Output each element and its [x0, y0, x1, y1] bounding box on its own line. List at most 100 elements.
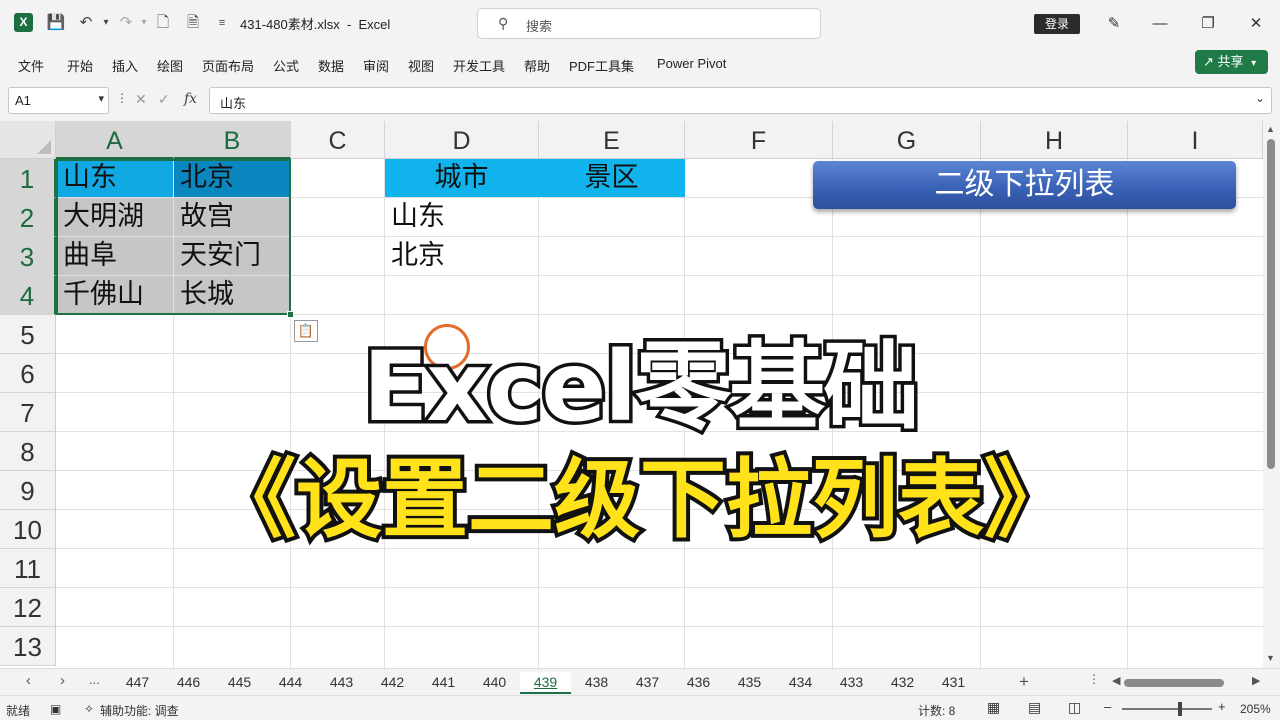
sheet-tab-443[interactable]: 443 [316, 672, 367, 694]
zoom-level[interactable]: 205% [1240, 702, 1271, 716]
title-shape[interactable]: 二级下拉列表 [813, 161, 1236, 209]
sheet-tab-444[interactable]: 444 [265, 672, 316, 694]
row-header-1[interactable]: 1 [0, 159, 56, 198]
page-break-view-icon[interactable]: ◫ [1068, 699, 1081, 716]
worksheet-grid[interactable]: A B C D E F G H I 1 2 3 4 5 6 7 8 9 10 1… [0, 121, 1280, 668]
column-header-h[interactable]: H [981, 121, 1128, 159]
select-all-button[interactable] [0, 121, 56, 159]
zoom-slider[interactable] [1122, 702, 1212, 716]
tab-home[interactable]: 开始 [67, 56, 93, 75]
tab-draw[interactable]: 绘图 [157, 56, 183, 75]
vertical-scrollbar[interactable]: ▲ ▼ [1263, 121, 1280, 668]
login-button[interactable]: 登录 [1034, 14, 1080, 34]
column-header-e[interactable]: E [539, 121, 685, 159]
pen-icon[interactable]: ✎ [1102, 12, 1126, 36]
customize-toolbar-icon[interactable]: ≡ [212, 13, 232, 33]
name-box[interactable]: A1 ▾ [8, 87, 109, 114]
column-header-i[interactable]: I [1128, 121, 1263, 159]
row-header-13[interactable]: 13 [0, 627, 56, 666]
sheet-tab-447[interactable]: 447 [112, 672, 163, 694]
sheet-tab-440[interactable]: 440 [469, 672, 520, 694]
insert-function-icon[interactable]: fx [184, 91, 197, 107]
sheet-options-icon[interactable]: ⋮ [1088, 672, 1100, 686]
scroll-up-icon[interactable]: ▲ [1266, 124, 1275, 134]
new-file-icon[interactable]: 🗋 [153, 13, 173, 33]
redo-icon[interactable]: ↷ [116, 13, 136, 33]
redo-dropdown-icon[interactable]: ▾ [134, 13, 154, 33]
sheet-tab-433[interactable]: 433 [826, 672, 877, 694]
confirm-icon[interactable]: ✓ [158, 91, 170, 108]
add-sheet-button[interactable]: + [1019, 672, 1029, 692]
cell-d3[interactable]: 北京 [385, 237, 538, 275]
cell-a3[interactable]: 曲阜 [57, 237, 173, 275]
more-sheets-icon[interactable]: ... [89, 672, 100, 687]
sheet-tab-445[interactable]: 445 [214, 672, 265, 694]
cell-a1[interactable]: 山东 [57, 159, 173, 197]
tab-developer[interactable]: 开发工具 [453, 56, 505, 75]
sheet-tab-437[interactable]: 437 [622, 672, 673, 694]
sheet-tab-436[interactable]: 436 [673, 672, 724, 694]
normal-view-icon[interactable]: ▦ [987, 699, 1000, 716]
scroll-down-icon[interactable]: ▼ [1266, 653, 1275, 663]
tab-formulas[interactable]: 公式 [273, 56, 299, 75]
cell-b3[interactable]: 天安门 [174, 237, 290, 275]
cell-a2[interactable]: 大明湖 [57, 198, 173, 236]
zoom-out-icon[interactable]: – [1104, 699, 1111, 714]
save-icon[interactable]: 💾 [46, 13, 66, 33]
scrollbar-thumb[interactable] [1124, 679, 1224, 687]
restore-icon[interactable]: ❐ [1196, 12, 1220, 36]
sheet-tab-439[interactable]: 439 [520, 672, 571, 694]
scroll-left-icon[interactable]: ◀ [1112, 674, 1120, 687]
prev-sheet-icon[interactable]: ‹ [26, 672, 31, 689]
tab-file[interactable]: 文件 [18, 56, 44, 75]
column-header-f[interactable]: F [685, 121, 833, 159]
expand-formula-icon[interactable]: ⌄ [1255, 91, 1265, 105]
print-preview-icon[interactable]: 🗎 [183, 13, 203, 33]
search-input[interactable]: ⚲ 搜索 [477, 8, 821, 39]
row-header-3[interactable]: 3 [0, 237, 56, 276]
row-header-11[interactable]: 11 [0, 549, 56, 588]
cell-d1[interactable]: 城市 [385, 159, 538, 197]
tab-help[interactable]: 帮助 [524, 56, 550, 75]
chevron-down-icon[interactable]: ▾ [98, 92, 104, 105]
cell-b1[interactable]: 北京 [174, 159, 290, 197]
tab-pdf-tools[interactable]: PDF工具集 [569, 56, 634, 75]
horizontal-scrollbar[interactable]: ◀ ▶ [1112, 674, 1262, 689]
zoom-in-icon[interactable]: + [1218, 699, 1226, 714]
scroll-right-icon[interactable]: ▶ [1252, 674, 1260, 687]
tab-data[interactable]: 数据 [318, 56, 344, 75]
tab-view[interactable]: 视图 [408, 56, 434, 75]
accessibility-icon[interactable]: ✧ [84, 702, 94, 716]
column-header-a[interactable]: A [56, 121, 174, 159]
sheet-tab-435[interactable]: 435 [724, 672, 775, 694]
sheet-tab-441[interactable]: 441 [418, 672, 469, 694]
sheet-tab-431[interactable]: 431 [928, 672, 979, 694]
page-layout-view-icon[interactable]: ▤ [1028, 699, 1041, 716]
scrollbar-thumb[interactable] [1267, 139, 1275, 469]
cell-e1[interactable]: 景区 [538, 159, 685, 197]
sheet-tab-438[interactable]: 438 [571, 672, 622, 694]
macro-record-icon[interactable]: ▣ [50, 702, 61, 716]
sheet-tab-434[interactable]: 434 [775, 672, 826, 694]
formula-input[interactable]: 山东 ⌄ [209, 87, 1272, 114]
tab-page-layout[interactable]: 页面布局 [202, 56, 254, 75]
cell-d2[interactable]: 山东 [385, 198, 538, 236]
tab-power-pivot[interactable]: Power Pivot [657, 56, 726, 71]
row-header-12[interactable]: 12 [0, 588, 56, 627]
next-sheet-icon[interactable]: › [60, 672, 65, 689]
sheet-tab-432[interactable]: 432 [877, 672, 928, 694]
sheet-tab-446[interactable]: 446 [163, 672, 214, 694]
share-button[interactable]: ↗ 共享 ▾ [1195, 50, 1268, 74]
close-icon[interactable]: ✕ [1244, 12, 1268, 36]
accessibility-status[interactable]: 辅助功能: 调查 [100, 702, 179, 719]
column-header-c[interactable]: C [291, 121, 385, 159]
cancel-icon[interactable]: ✕ [135, 91, 147, 108]
column-header-b[interactable]: B [174, 121, 291, 159]
cell-b2[interactable]: 故宫 [174, 198, 290, 236]
tab-insert[interactable]: 插入 [112, 56, 138, 75]
zoom-slider-knob[interactable] [1178, 702, 1182, 716]
row-header-2[interactable]: 2 [0, 198, 56, 237]
sheet-tab-442[interactable]: 442 [367, 672, 418, 694]
column-header-g[interactable]: G [833, 121, 981, 159]
undo-icon[interactable]: ↶ [76, 13, 96, 33]
